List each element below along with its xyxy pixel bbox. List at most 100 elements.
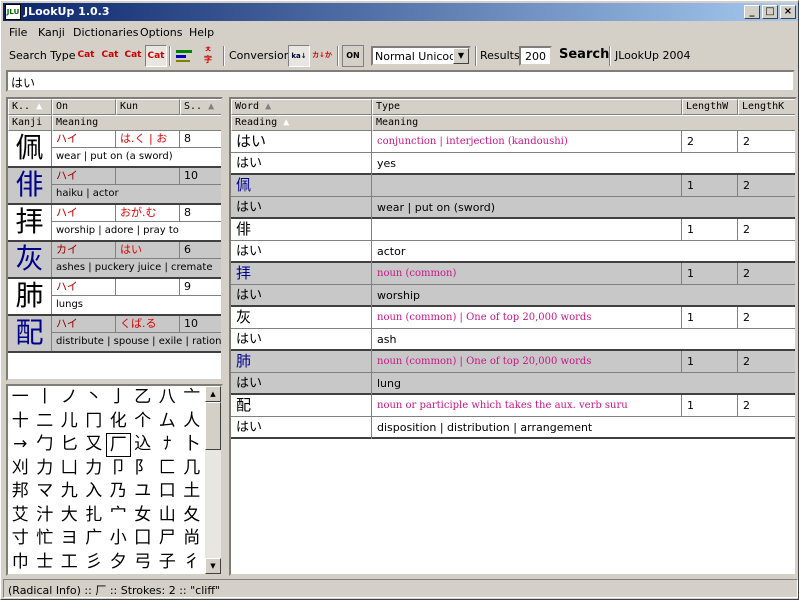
on-toggle-button[interactable]: ON	[342, 45, 364, 67]
radical-item[interactable]: 弋	[155, 574, 180, 576]
cat-button-1[interactable]: Cat	[75, 45, 97, 67]
radical-item[interactable]: 力	[33, 457, 58, 481]
radical-item[interactable]: 大	[57, 504, 82, 528]
word-row[interactable]: 佩 1 2 はい wear | put on (sword)	[231, 175, 795, 219]
radical-item[interactable]: 个	[131, 410, 156, 434]
menu-options[interactable]: Options	[140, 26, 182, 39]
radical-item[interactable]: 宀	[106, 504, 131, 528]
radical-item[interactable]: 乙	[131, 386, 156, 410]
radical-item[interactable]: 几	[180, 457, 205, 481]
radical-item[interactable]: 士	[33, 551, 58, 575]
radical-item[interactable]: 勹	[33, 433, 58, 457]
word-row[interactable]: 俳 1 2 はい actor	[231, 219, 795, 263]
radical-item[interactable]: 丶	[82, 386, 107, 410]
radical-item[interactable]: 小	[106, 527, 131, 551]
radical-item[interactable]: 工	[57, 551, 82, 575]
radical-item[interactable]: 亅	[106, 386, 131, 410]
scroll-up-icon[interactable]: ▲	[205, 386, 221, 402]
radical-item[interactable]: 阝	[131, 457, 156, 481]
strokes-header[interactable]: S.. ▲	[180, 99, 221, 115]
radical-item[interactable]: 尚	[180, 527, 205, 551]
lengthw-header[interactable]: LengthW	[682, 99, 738, 115]
reading-subheader[interactable]: Reading ▲	[231, 115, 372, 131]
katakana-to-hiragana-button[interactable]: カ↓か	[311, 45, 333, 67]
radical-item[interactable]: 卜	[180, 433, 205, 457]
radical-item[interactable]: 匕	[57, 433, 82, 457]
radical-item[interactable]: 厂	[106, 433, 131, 457]
radical-item[interactable]: 匚	[155, 457, 180, 481]
radical-item[interactable]: 一	[8, 386, 33, 410]
menu-dictionaries[interactable]: Dictionaries	[73, 26, 138, 39]
radical-item[interactable]: 八	[155, 386, 180, 410]
radical-item[interactable]: 尸	[155, 527, 180, 551]
radical-item[interactable]: 弓	[131, 551, 156, 575]
romaji-to-katakana-button[interactable]: ka↓カ	[288, 45, 310, 80]
radical-item[interactable]: 寸	[8, 527, 33, 551]
radical-item[interactable]: 儿	[57, 410, 82, 434]
radical-item[interactable]: 川	[131, 574, 156, 576]
radical-item[interactable]: 干	[8, 574, 33, 576]
encoding-select[interactable]: Normal Unicode ( ▼	[371, 46, 471, 66]
radical-item[interactable]: 亠	[180, 386, 205, 410]
scroll-down-icon[interactable]: ▼	[205, 558, 221, 574]
radical-item[interactable]: →	[8, 433, 33, 457]
radical-item[interactable]: 彡	[82, 551, 107, 575]
radical-item[interactable]: 人	[180, 410, 205, 434]
radical-item[interactable]: ノ	[57, 386, 82, 410]
kanji-row[interactable]: 俳 ハイ 10 haiku | actor	[8, 168, 221, 205]
word-header[interactable]: Word ▲	[231, 99, 372, 115]
kanji-row[interactable]: 肺 ハイ 9 lungs	[8, 279, 221, 316]
radical-item[interactable]: 彳	[180, 551, 205, 575]
lengthk-header[interactable]: LengthK	[738, 99, 795, 115]
radical-item[interactable]: ユ	[131, 480, 156, 504]
cat-button-4[interactable]: Cat	[145, 45, 167, 67]
radical-item[interactable]: 込	[131, 433, 156, 457]
kana-kanji-icon[interactable]: ㅊ字	[197, 45, 219, 67]
radical-item[interactable]: 囗	[131, 527, 156, 551]
kun-header[interactable]: Kun	[116, 99, 180, 115]
radical-item[interactable]: 邦	[8, 480, 33, 504]
word-row[interactable]: 肺 noun (common) | One of top 20,000 word…	[231, 351, 795, 395]
radical-item[interactable]: 女	[131, 504, 156, 528]
radical-item[interactable]: 乃	[106, 480, 131, 504]
radical-item[interactable]: ﾅ	[155, 433, 180, 457]
radical-item[interactable]: 十	[8, 410, 33, 434]
radical-item[interactable]: 二	[33, 410, 58, 434]
kanji-row[interactable]: 拝 ハイ おが.む 8 worship | adore | pray to	[8, 205, 221, 242]
radical-scrollbar[interactable]: ▲ ▼	[205, 386, 221, 574]
kanji-sort-header[interactable]: K.. ▲	[8, 99, 52, 115]
radical-item[interactable]: 忙	[33, 527, 58, 551]
radical-item[interactable]: 巾	[8, 551, 33, 575]
radical-item[interactable]: 九	[57, 480, 82, 504]
radical-item[interactable]: 艾	[8, 504, 33, 528]
cat-button-3[interactable]: Cat	[122, 45, 144, 67]
menu-file[interactable]: File	[9, 26, 27, 39]
radical-item[interactable]: ム	[155, 410, 180, 434]
on-header[interactable]: On	[52, 99, 116, 115]
maximize-button[interactable]: □	[762, 5, 778, 19]
radical-item[interactable]: 化	[106, 410, 131, 434]
radical-item[interactable]: 刈	[8, 457, 33, 481]
radical-item[interactable]: 犯	[82, 574, 107, 576]
kanji-row[interactable]: 佩 ハイ は.く | お 8 wear | put on (a sword)	[8, 131, 221, 168]
kanji-row[interactable]: 配 ハイ くば.る 10 distribute | spouse | exile…	[8, 316, 221, 353]
radical-item[interactable]: 已	[57, 574, 82, 576]
radical-item[interactable]: ヨ	[57, 527, 82, 551]
radical-item[interactable]: 又	[82, 433, 107, 457]
word-row[interactable]: はい conjunction | interjection (kandoushi…	[231, 131, 795, 175]
menu-kanji[interactable]: Kanji	[38, 26, 65, 39]
word-row[interactable]: 拝 noun (common) 1 2 はい worship	[231, 263, 795, 307]
radical-item[interactable]: マ	[33, 480, 58, 504]
chevron-down-icon[interactable]: ▼	[453, 48, 469, 64]
radical-item[interactable]: 扎	[82, 504, 107, 528]
radical-item[interactable]: 子	[155, 551, 180, 575]
search-input[interactable]: はい	[6, 70, 795, 92]
title-bar[interactable]: JLU JLookUp 1.0.3 _ □ ×	[3, 3, 798, 21]
cat-button-2[interactable]: Cat	[99, 45, 121, 67]
radical-item[interactable]: 口	[155, 480, 180, 504]
radical-item[interactable]: 力	[82, 457, 107, 481]
radical-item[interactable]: 卩	[106, 457, 131, 481]
word-row[interactable]: 配 noun or participle which takes the aux…	[231, 395, 795, 439]
radical-item[interactable]: 夂	[180, 504, 205, 528]
results-count-input[interactable]: 200	[519, 46, 552, 66]
